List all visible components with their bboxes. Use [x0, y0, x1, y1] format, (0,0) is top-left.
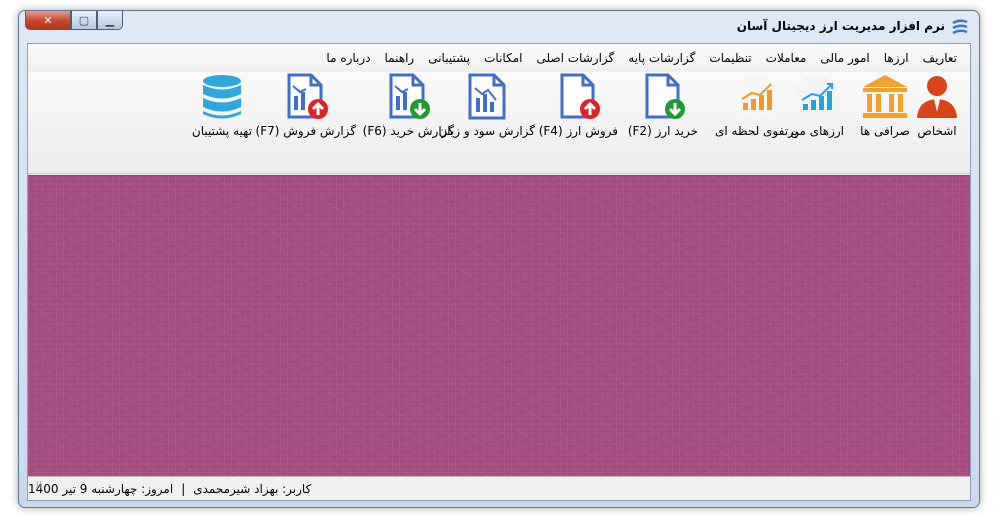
sell-report-button[interactable]: گزارش فروش (F7): [256, 72, 356, 138]
window-title: نرم افزار مدیریت ارز دیجیتال آسان: [736, 19, 945, 33]
menu-definitions[interactable]: تعاریف: [916, 51, 964, 65]
chart-up-icon: [795, 75, 840, 119]
chart-bars-icon: [734, 75, 779, 119]
menu-main-reports[interactable]: گزارشات اصلی: [529, 51, 621, 65]
exchanges-button[interactable]: صرافی ها: [860, 72, 910, 138]
persons-button[interactable]: اشخاص: [912, 72, 962, 138]
status-user: کاربر: بهزاد شیرمحمدی: [193, 481, 312, 496]
window-controls: ✕ ▢ ▁: [25, 11, 123, 31]
menu-backup[interactable]: پشتیبانی: [421, 51, 477, 65]
backup-button[interactable]: تهیه پشتیبان: [192, 72, 252, 138]
status-bar: امروز: چهارشنبه 9 تیر 1400 | کاربر: بهزا…: [28, 476, 970, 500]
my-currencies-label: ارزهای من: [790, 124, 844, 138]
menu-help[interactable]: راهنما: [378, 51, 422, 65]
report-download-icon: [389, 73, 431, 119]
menu-basic-reports[interactable]: گزارشات پایه: [621, 51, 702, 65]
menu-finance[interactable]: امور مالی: [813, 51, 876, 65]
buy-report-label: گزارش خرید (F6): [362, 124, 454, 138]
sell-report-label: گزارش فروش (F7): [255, 124, 356, 138]
menu-trades[interactable]: معاملات: [759, 51, 814, 65]
sell-button[interactable]: فروش ارز (F4): [539, 72, 618, 138]
portfolio-label: پرتفوی لحظه ای: [715, 124, 798, 138]
mdi-workspace: [28, 175, 970, 477]
report-upload-icon: [287, 73, 328, 119]
menu-about[interactable]: درباره ما: [319, 51, 377, 65]
report-icon: [468, 73, 506, 120]
menu-currencies[interactable]: ارزها: [877, 51, 916, 65]
buy-label: خرید ارز (F2): [627, 124, 698, 138]
title-bar[interactable]: نرم افزار مدیریت ارز دیجیتال آسان ✕ ▢ ▁: [19, 11, 979, 43]
database-icon: [202, 75, 241, 119]
menu-bar: تعاریف ارزها امور مالی معاملات تنظیمات گ…: [28, 44, 970, 72]
app-window: نرم افزار مدیریت ارز دیجیتال آسان ✕ ▢ ▁ …: [18, 10, 980, 508]
bank-icon: [863, 75, 907, 118]
minimize-button[interactable]: ▁: [97, 11, 123, 30]
close-button[interactable]: ✕: [25, 11, 71, 30]
buy-report-button[interactable]: گزارش خرید (F6): [363, 72, 454, 138]
menu-settings[interactable]: تنظیمات: [702, 51, 758, 65]
persons-label: اشخاص: [917, 124, 957, 138]
doc-download-icon: [645, 73, 685, 119]
status-separator: |: [181, 481, 186, 496]
my-currencies-button[interactable]: ارزهای من: [790, 72, 844, 138]
status-date: امروز: چهارشنبه 9 تیر 1400: [28, 481, 174, 496]
resize-grip-icon[interactable]: ⁞⁞: [32, 481, 42, 495]
doc-upload-icon: [560, 73, 601, 119]
menu-features[interactable]: امکانات: [477, 51, 529, 65]
backup-label: تهیه پشتیبان: [191, 124, 252, 138]
portfolio-button[interactable]: پرتفوی لحظه ای: [715, 72, 798, 138]
maximize-button[interactable]: ▢: [71, 11, 97, 30]
exchanges-label: صرافی ها: [860, 124, 910, 138]
app-logo-icon: [952, 19, 968, 35]
buy-button[interactable]: خرید ارز (F2): [628, 72, 698, 138]
sell-label: فروش ارز (F4): [538, 124, 618, 138]
toolbar: اشخاص صرافی ها ارزهای من پرتفوی لحظه ای …: [28, 72, 970, 174]
person-icon: [917, 76, 957, 118]
client-area: تعاریف ارزها امور مالی معاملات تنظیمات گ…: [27, 43, 971, 501]
